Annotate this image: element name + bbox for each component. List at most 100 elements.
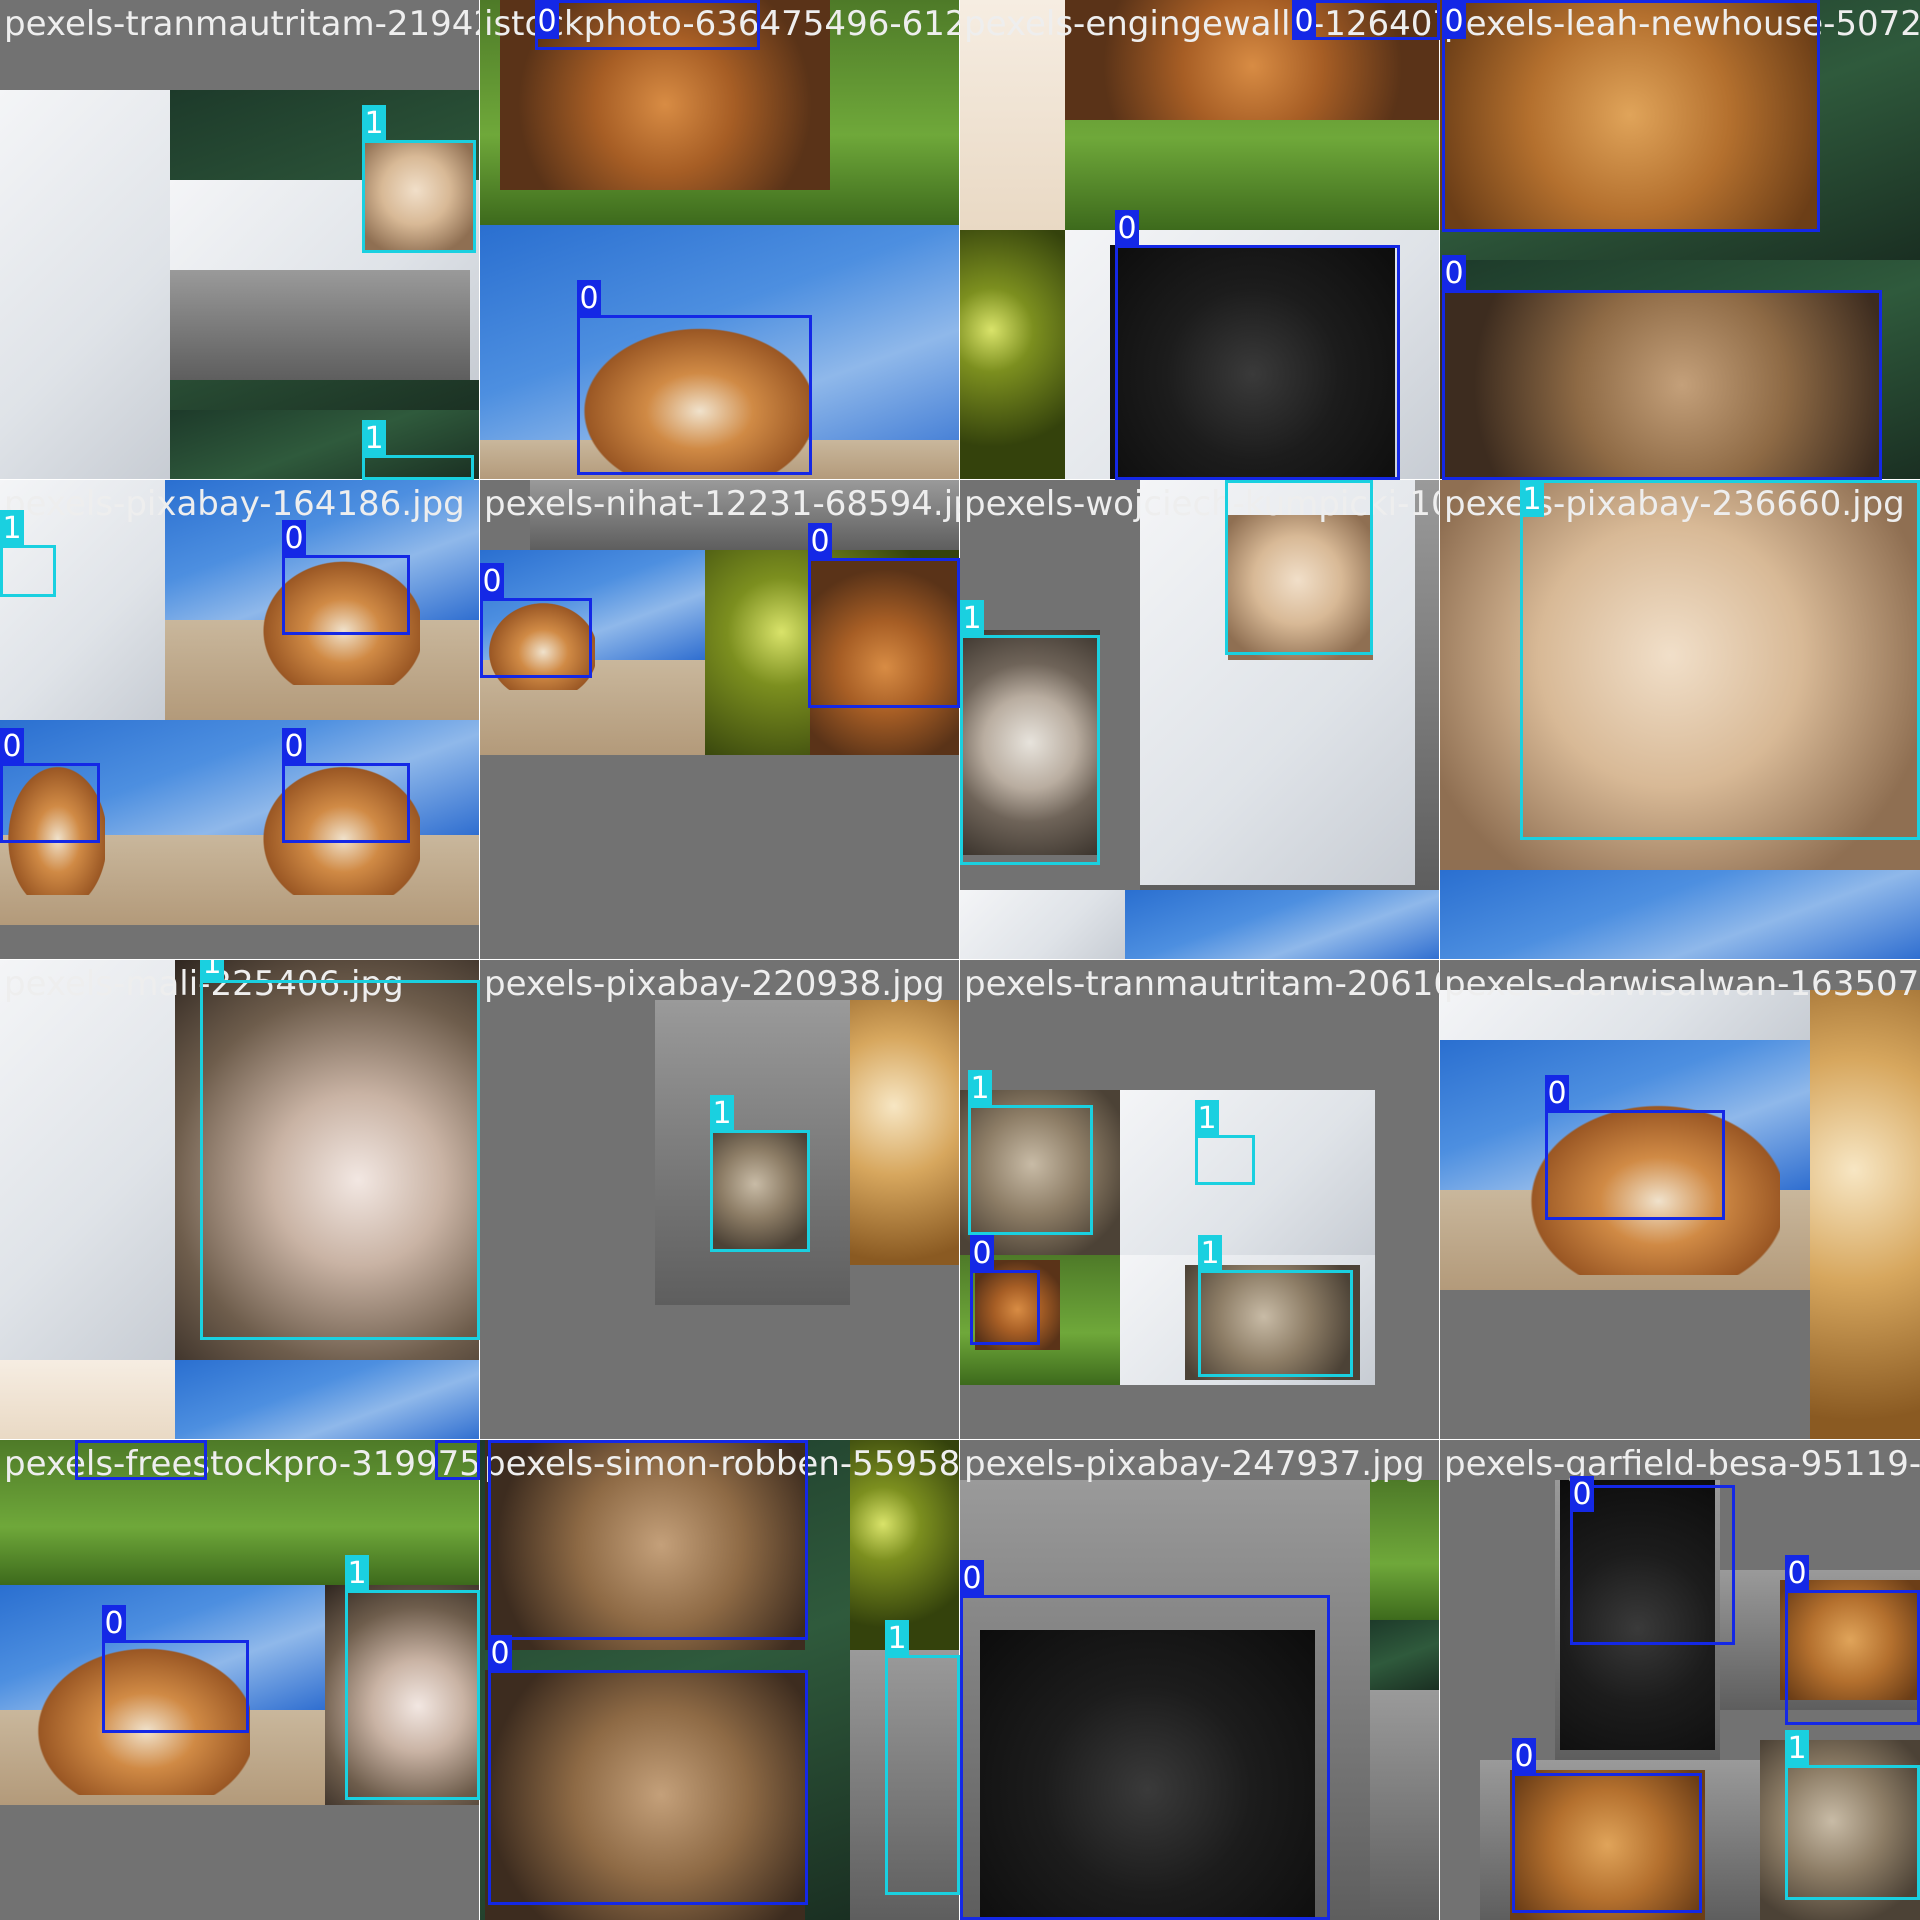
class-label: 0 [960,1560,984,1596]
mosaic-tile: pexels-wojciech-kumpicki-1084687-2071873… [959,479,1441,961]
class-label: 0 [970,1235,994,1271]
dog-bounding-box: 0 [435,1440,480,1480]
cat-bounding-box: 1 [1225,480,1373,655]
dog-bounding-box: 0 [1570,1476,1735,1645]
dog-bounding-box: 0 [282,520,410,635]
class-label: 0 [488,1440,512,1441]
class-label: 0 [282,728,306,764]
class-label: 0 [488,1635,512,1671]
class-label: 1 [1520,481,1544,517]
class-label: 0 [1442,255,1466,291]
photo-fragment [0,960,175,1360]
class-label: 1 [1785,1730,1809,1766]
dog-bounding-box: 0 [1785,1555,1920,1725]
class-label: 0 [535,3,559,39]
dog-bounding-box: 0 [102,1605,249,1733]
photo-fragment [0,480,165,720]
cat-bounding-box: 1 [0,510,56,597]
cat-bounding-box: 1 [362,420,474,480]
dog-bounding-box: 0 [535,0,760,50]
class-label: 0 [1785,1555,1809,1591]
photo-fragment [1370,1480,1440,1620]
mosaic-tile: pexels-tranmautritam-2194261.jpg 1 1 [0,0,481,481]
class-label: 0 [1512,1738,1536,1774]
photo-fragment [1440,990,1810,1040]
cat-bounding-box: 1 [960,600,1100,865]
dog-bounding-box: 0 [480,563,592,678]
class-label: 1 [200,960,224,981]
cat-bounding-box: 1 [362,105,476,253]
photo-fragment [960,890,1125,960]
class-label: 0 [1545,1075,1569,1111]
mosaic-tile: pexels-engingewallu-126407.jpg 0 0 [959,0,1441,481]
mosaic-tile: pexels-simon-robben-55958-1404664.jpg 0 … [479,1439,961,1920]
cat-bounding-box: 1 [968,1070,1093,1235]
class-label: 0 [808,523,832,559]
dog-bounding-box: 0 [1442,0,1820,232]
photo-fragment [1370,1690,1440,1920]
photo-fragment [0,1440,480,1585]
photo-fragment [1370,1620,1440,1690]
photo-fragment [1810,990,1920,1440]
cat-bounding-box: 1 [710,1095,810,1252]
class-label: 0 [435,1440,459,1443]
class-label: 0 [1292,3,1316,39]
mosaic-tile: pexels-pixabay-164186.jpg 1 0 0 0 [0,479,481,961]
cat-bounding-box: 1 [1785,1730,1920,1900]
mosaic-tile: pexels-tranmautritam-2061057.jpg 1 1 0 1 [959,959,1441,1441]
dog-bounding-box: 0 [1442,255,1882,480]
photo-fragment [960,230,1065,480]
photo-fragment [175,1360,480,1440]
cat-bounding-box: 1 [200,960,480,1340]
class-label: 0 [75,1440,99,1443]
photo-fragment [170,270,470,380]
class-label: 1 [1198,1235,1222,1271]
cat-bounding-box: 1 [1198,1235,1353,1377]
mosaic-tile: pexels-garfield-besa-95119- 0 0 0 1 [1439,1439,1920,1920]
photo-fragment [1440,870,1920,960]
cat-bounding-box: 1 [885,1620,960,1895]
dog-bounding-box: 0 [1512,1738,1702,1913]
class-label: 1 [885,1620,909,1656]
class-label: 1 [960,600,984,636]
dog-bounding-box: 0 [960,1560,1330,1920]
class-label: 1 [0,510,24,546]
dog-bounding-box: 0 [1115,210,1400,480]
class-label: 0 [282,520,306,556]
mosaic-tile: istockphoto-636475496-612x612.jpg 0 0 [479,0,961,481]
mosaic-grid: pexels-tranmautritam-2194261.jpg 1 1 ist… [0,0,1920,1920]
cat-bounding-box: 1 [345,1555,480,1800]
class-label: 0 [1115,210,1139,246]
photo-fragment [1125,890,1440,960]
dog-bounding-box: 0 [488,1635,808,1905]
photo-fragment [0,1360,175,1440]
class-label: 0 [0,728,24,764]
class-label: 1 [1225,480,1249,481]
mosaic-tile: pexels-pixabay-236660.jpg 1 [1439,479,1920,961]
dog-bounding-box: 0 [808,523,960,708]
class-label: 0 [480,563,504,599]
class-label: 0 [1442,3,1466,39]
photo-fragment [850,1000,960,1265]
class-label: 0 [1570,1476,1594,1512]
dog-bounding-box: 0 [0,728,100,843]
mosaic-tile: pexels-pixabay-247937.jpg 0 [959,1439,1441,1920]
mosaic-tile: pexels-pixabay-220938.jpg 1 [479,959,961,1441]
photo-fragment [530,480,960,550]
image-filename: pexels-tranmautritam-2061057.jpg [964,964,1440,1004]
cat-bounding-box: 1 [1195,1100,1255,1185]
dog-bounding-box: 0 [1545,1075,1725,1220]
photo-fragment [850,1440,960,1650]
image-filename: pexels-tranmautritam-2194261.jpg [4,4,480,44]
mosaic-tile: pexels-darwisalwan-1635071 0 [1439,959,1920,1441]
class-label: 1 [362,105,386,141]
dog-bounding-box: 0 [282,728,410,843]
class-label: 1 [1195,1100,1219,1136]
dog-bounding-box: 0 [577,280,812,475]
class-label: 0 [102,1605,126,1641]
class-label: 1 [362,420,386,456]
mosaic-tile: pexels-freestockpro-3199756.jpg 0 0 0 1 [0,1439,481,1920]
class-label: 1 [968,1070,992,1106]
class-label: 0 [577,280,601,316]
mosaic-tile: pexels-leah-newhouse-5072 0 0 [1439,0,1920,481]
